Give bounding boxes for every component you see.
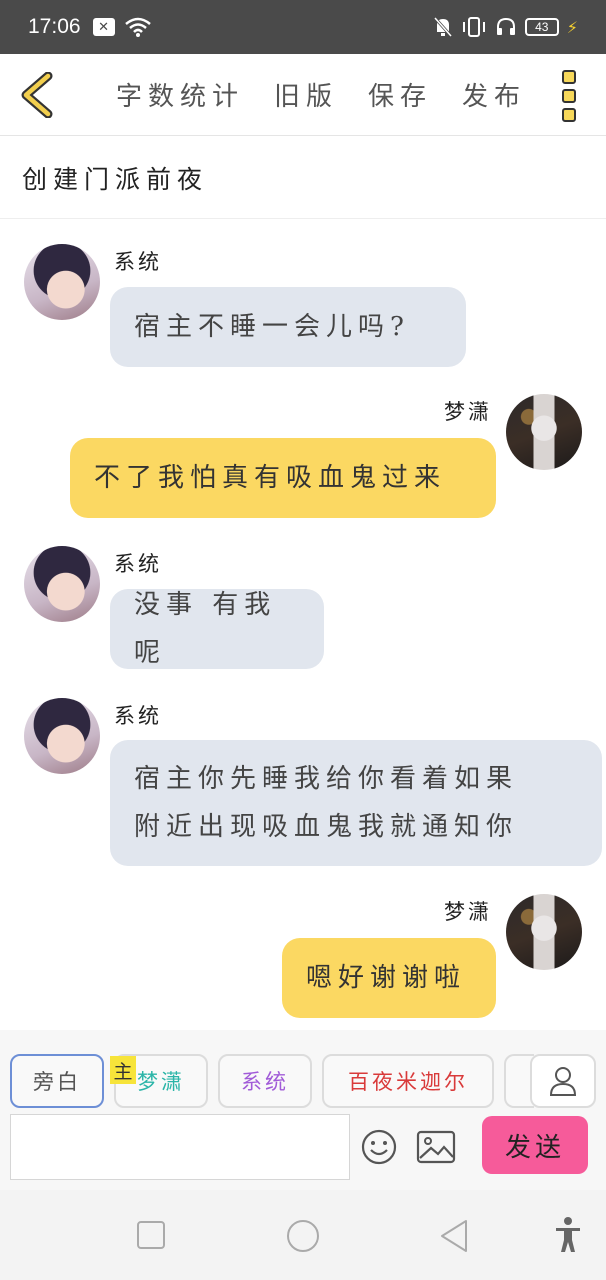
save-button[interactable]: 保存 — [368, 76, 432, 113]
old-version-button[interactable]: 旧版 — [274, 76, 338, 113]
charging-icon: ⚡ — [566, 17, 578, 37]
emoji-button[interactable] — [360, 1128, 398, 1166]
sender-name: 梦潇 — [444, 900, 492, 924]
status-time: 17:06 — [28, 15, 81, 38]
wifi-icon — [124, 17, 151, 37]
avatar-user[interactable] — [506, 394, 582, 470]
status-bar: 17:06 ✕ 43 ⚡ — [0, 0, 606, 54]
sender-name: 系统 — [114, 704, 162, 728]
message-bubble[interactable]: 宿主不睡一会儿吗? — [110, 287, 466, 367]
role-chip-narrator[interactable]: 旁白 — [10, 1054, 104, 1108]
more-menu-button[interactable] — [558, 70, 580, 122]
publish-button[interactable]: 发布 — [462, 76, 526, 113]
message-text: 嗯好谢谢啦 — [306, 963, 467, 993]
vibrate-icon — [462, 17, 485, 37]
role-label: 旁白 — [33, 1070, 81, 1094]
message-bubble[interactable]: 不了我怕真有吸血鬼过来 — [70, 438, 496, 518]
role-label: 系统 — [241, 1070, 289, 1094]
send-button[interactable]: 发送 — [482, 1116, 588, 1174]
word-count-button[interactable]: 字数统计 — [116, 76, 244, 113]
role-label: 百夜米迦尔 — [348, 1070, 468, 1094]
divider — [0, 218, 606, 219]
back-button[interactable] — [18, 72, 58, 118]
message-bubble[interactable]: 嗯好谢谢啦 — [282, 938, 496, 1018]
avatar-user[interactable] — [506, 894, 582, 970]
avatar-system[interactable] — [24, 698, 100, 774]
message-text-line: 附近出现吸血鬼我就通知你 — [134, 812, 519, 842]
message-bubble[interactable]: 宿主你先睡我给你看着如果 附近出现吸血鬼我就通知你 — [110, 740, 602, 866]
mute-icon — [433, 17, 452, 37]
message-input[interactable] — [10, 1114, 350, 1180]
back-nav-icon[interactable] — [438, 1218, 470, 1254]
more-dot-icon — [562, 108, 576, 122]
sender-name: 梦潇 — [444, 400, 492, 424]
accessibility-icon[interactable] — [554, 1216, 582, 1254]
message-text: 不了我怕真有吸血鬼过来 — [94, 463, 447, 493]
message-text: 宿主不睡一会儿吗? — [134, 312, 410, 342]
toolbar-actions: 字数统计 旧版 保存 发布 — [116, 76, 526, 113]
role-chip-system[interactable]: 系统 — [218, 1054, 312, 1108]
headset-icon — [496, 17, 515, 35]
avatar-system[interactable] — [24, 546, 100, 622]
main-character-badge: 主 — [110, 1056, 136, 1084]
more-dot-icon — [562, 89, 576, 103]
battery-indicator: 43 — [524, 18, 559, 36]
sender-name: 系统 — [114, 250, 162, 274]
role-chip-mikaela[interactable]: 百夜米迦尔 — [322, 1054, 494, 1108]
message-text-line: 宿主你先睡我给你看着如果 — [134, 764, 519, 794]
avatar-system[interactable] — [24, 244, 100, 320]
editor-toolbar: 字数统计 旧版 保存 发布 — [0, 54, 606, 136]
recent-apps-icon[interactable] — [136, 1220, 166, 1250]
role-label: 梦潇 — [137, 1070, 185, 1094]
role-manage-button[interactable] — [530, 1054, 596, 1108]
sender-name: 系统 — [114, 552, 162, 576]
home-icon[interactable] — [285, 1218, 321, 1254]
message-text: 没事 有我呢 — [134, 590, 277, 668]
more-dot-icon — [562, 70, 576, 84]
chapter-title[interactable]: 创建门派前夜 — [22, 160, 208, 196]
notification-icon: ✕ — [92, 18, 115, 36]
person-icon — [549, 1067, 577, 1096]
message-bubble[interactable]: 没事 有我呢 — [110, 589, 324, 669]
image-button[interactable] — [416, 1130, 456, 1164]
